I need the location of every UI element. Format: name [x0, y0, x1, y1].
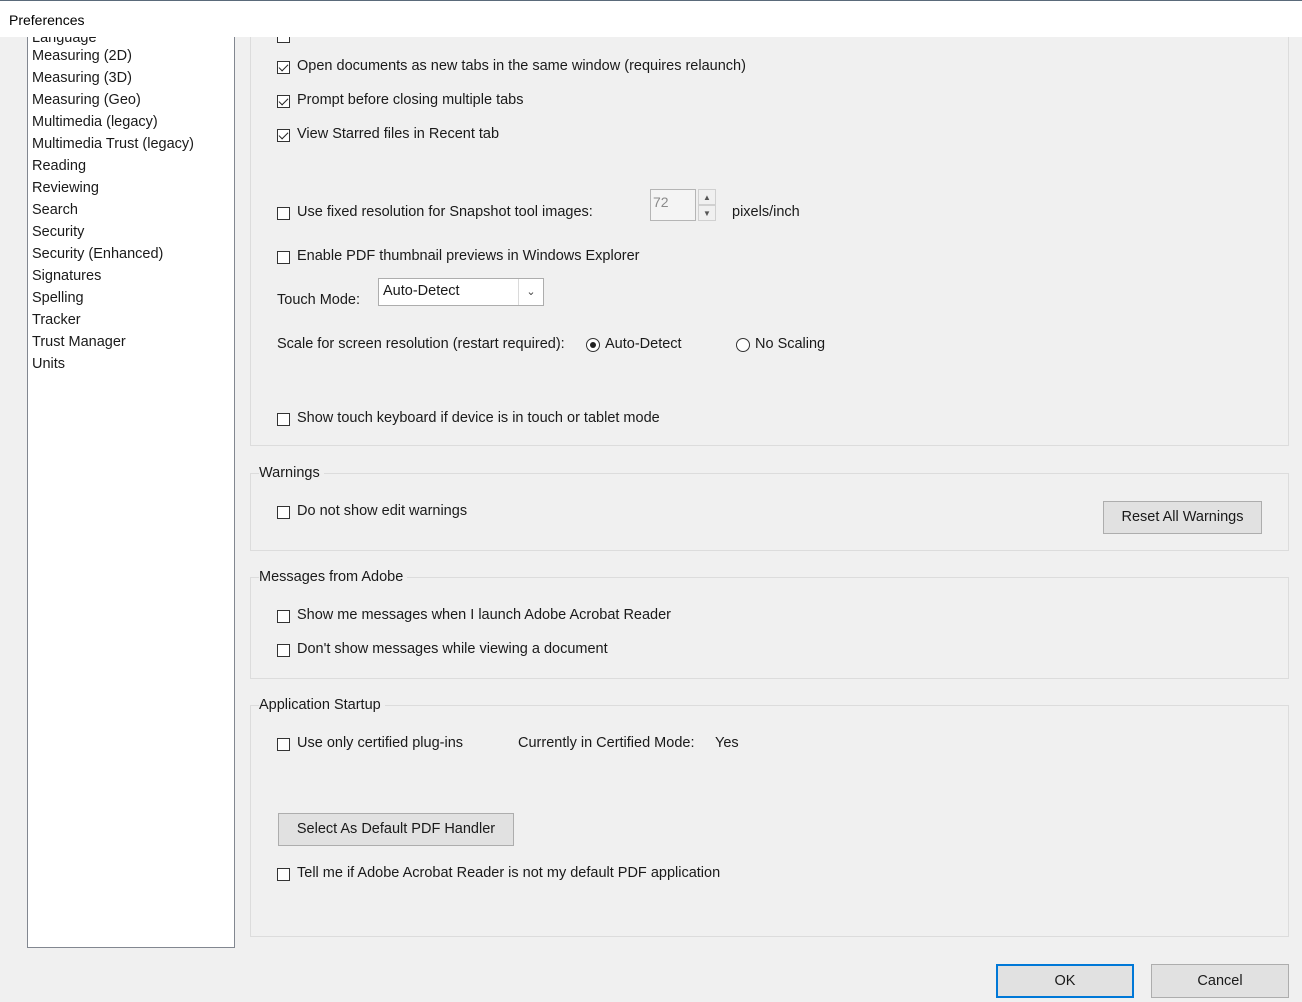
chevron-up-icon[interactable]: ▲ [698, 189, 716, 205]
prompt-close-tabs-label: Prompt before closing multiple tabs [297, 92, 524, 108]
touch-mode-select[interactable]: Auto-Detect ⌄ [378, 278, 544, 306]
sidebar-item-reviewing[interactable]: Reviewing [32, 177, 99, 199]
prompt-close-tabs-checkbox[interactable] [277, 95, 290, 108]
hidden-option-checkbox[interactable] [277, 37, 290, 43]
snapshot-resolution-label: Use fixed resolution for Snapshot tool i… [297, 204, 593, 220]
scale-no-scaling-label: No Scaling [755, 336, 826, 352]
window-title: Preferences [9, 12, 85, 28]
view-starred-checkbox[interactable] [277, 129, 290, 142]
snapshot-unit-label: pixels/inch [732, 204, 800, 220]
sidebar-item-measuring-2d[interactable]: Measuring (2D) [32, 45, 132, 67]
category-list[interactable]: Language Measuring (2D) Measuring (3D) M… [27, 37, 235, 948]
edit-warnings-checkbox[interactable] [277, 506, 290, 519]
edit-warnings-label: Do not show edit warnings [297, 503, 468, 519]
reset-warnings-button[interactable]: Reset All Warnings [1103, 501, 1262, 534]
messages-group: Show me messages when I launch Adobe Acr… [250, 577, 1289, 679]
sidebar-item-measuring-3d[interactable]: Measuring (3D) [32, 67, 132, 89]
startup-group: Use only certified plug-ins Currently in… [250, 705, 1289, 937]
messages-group-title: Messages from Adobe [259, 567, 408, 587]
general-group: Open documents as new tabs in the same w… [250, 37, 1289, 446]
open-tabs-checkbox[interactable] [277, 61, 290, 74]
scale-auto-detect-radio[interactable] [586, 338, 600, 352]
touch-mode-label: Touch Mode: [277, 292, 361, 308]
sidebar-item-reading[interactable]: Reading [32, 155, 86, 177]
sidebar-item-security[interactable]: Security [32, 221, 84, 243]
ok-button[interactable]: OK [996, 964, 1134, 998]
launch-messages-checkbox[interactable] [277, 610, 290, 623]
warnings-group: Do not show edit warnings Reset All Warn… [250, 473, 1289, 551]
certified-mode-label: Currently in Certified Mode: [518, 735, 695, 751]
touch-keyboard-label: Show touch keyboard if device is in touc… [297, 410, 660, 426]
cancel-button[interactable]: Cancel [1151, 964, 1289, 998]
viewing-messages-checkbox[interactable] [277, 644, 290, 657]
snapshot-resolution-value: 72 [653, 194, 669, 210]
sidebar-item-security-enhanced[interactable]: Security (Enhanced) [32, 243, 163, 265]
scale-auto-detect-label: Auto-Detect [605, 336, 682, 352]
sidebar-item-units[interactable]: Units [32, 353, 65, 375]
snapshot-resolution-stepper[interactable]: ▲ ▼ [698, 189, 716, 221]
touch-mode-value: Auto-Detect [383, 283, 460, 299]
sidebar-item-trust-manager[interactable]: Trust Manager [32, 331, 126, 353]
preferences-panel: Open documents as new tabs in the same w… [250, 37, 1302, 1002]
view-starred-label: View Starred files in Recent tab [297, 126, 500, 142]
open-tabs-label: Open documents as new tabs in the same w… [297, 58, 746, 74]
thumbnail-previews-checkbox[interactable] [277, 251, 290, 264]
warnings-group-title: Warnings [259, 463, 324, 483]
sidebar-item-signatures[interactable]: Signatures [32, 265, 101, 287]
sidebar-item-measuring-geo[interactable]: Measuring (Geo) [32, 89, 141, 111]
tell-default-checkbox[interactable] [277, 868, 290, 881]
sidebar-item-multimedia-legacy[interactable]: Multimedia (legacy) [32, 111, 158, 133]
thumbnail-previews-label: Enable PDF thumbnail previews in Windows… [297, 248, 640, 264]
snapshot-resolution-checkbox[interactable] [277, 207, 290, 220]
chevron-down-icon[interactable]: ⌄ [518, 279, 543, 305]
scale-no-scaling-radio[interactable] [736, 338, 750, 352]
sidebar-item-tracker[interactable]: Tracker [32, 309, 81, 331]
launch-messages-label: Show me messages when I launch Adobe Acr… [297, 607, 672, 623]
sidebar-item-search[interactable]: Search [32, 199, 78, 221]
chevron-down-icon[interactable]: ▼ [698, 205, 716, 221]
sidebar-item-multimedia-trust[interactable]: Multimedia Trust (legacy) [32, 133, 194, 155]
sidebar-item-spelling[interactable]: Spelling [32, 287, 84, 309]
snapshot-resolution-input[interactable]: 72 [650, 189, 696, 221]
viewing-messages-label: Don't show messages while viewing a docu… [297, 641, 608, 657]
touch-keyboard-checkbox[interactable] [277, 413, 290, 426]
tell-default-label: Tell me if Adobe Acrobat Reader is not m… [297, 865, 721, 881]
certified-plugins-checkbox[interactable] [277, 738, 290, 751]
certified-plugins-label: Use only certified plug-ins [297, 735, 464, 751]
default-pdf-handler-button[interactable]: Select As Default PDF Handler [278, 813, 514, 846]
startup-group-title: Application Startup [259, 695, 385, 715]
title-bar: Preferences [0, 0, 1302, 37]
scale-label: Scale for screen resolution (restart req… [277, 336, 565, 352]
certified-mode-value: Yes [715, 735, 739, 751]
